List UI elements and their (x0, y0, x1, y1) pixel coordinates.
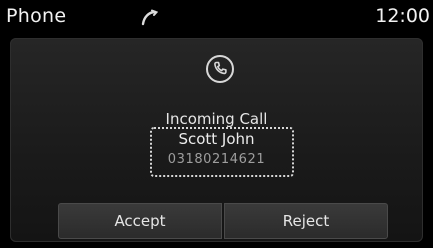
caller-name: Scott John (178, 130, 255, 148)
phone-circle-icon (205, 54, 235, 84)
reject-button[interactable]: Reject (224, 203, 388, 239)
clock: 12:00 (375, 5, 430, 27)
accept-button[interactable]: Accept (58, 203, 222, 239)
app-title: Phone (6, 5, 67, 27)
status-bar: Phone 12:00 (0, 0, 433, 38)
incoming-call-title: Incoming Call (165, 110, 268, 128)
incoming-call-panel: Incoming Call Scott John 03180214621 Acc… (10, 38, 423, 242)
handset-outline-icon (140, 9, 159, 27)
caller-number: 03180214621 (167, 152, 266, 167)
